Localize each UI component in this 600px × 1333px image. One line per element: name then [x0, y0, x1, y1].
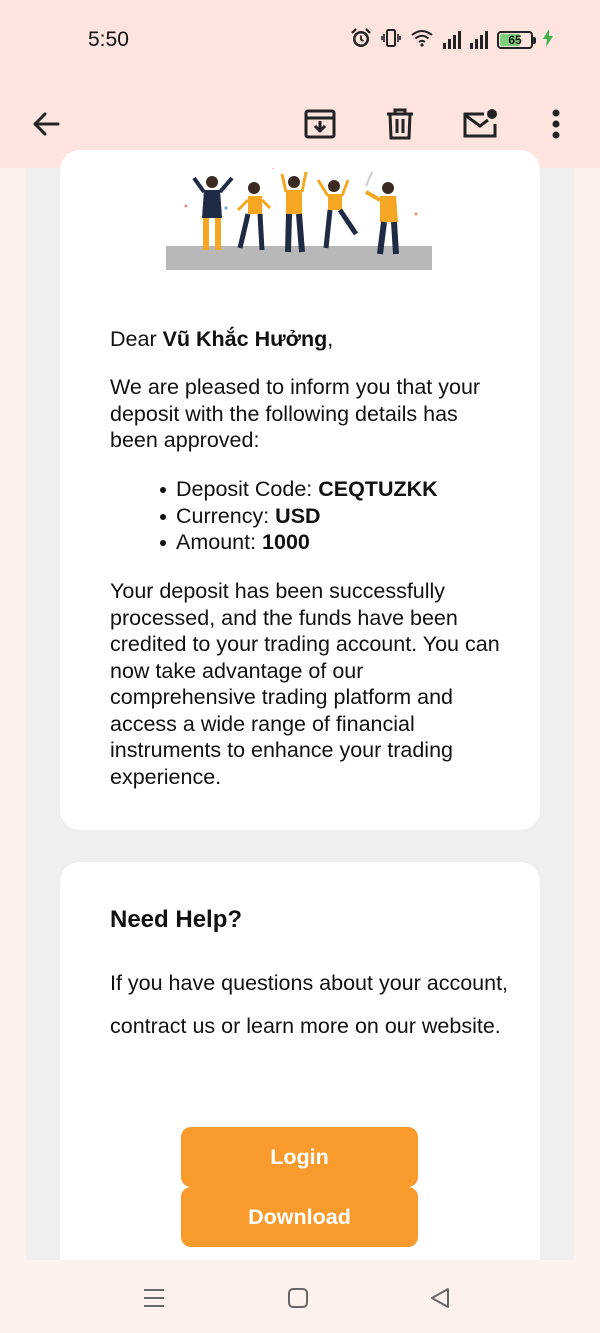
celebration-illustration [166, 168, 432, 270]
signal-icon [443, 31, 461, 49]
list-item: Amount: 1000 [160, 529, 438, 556]
home-button[interactable] [278, 1278, 318, 1318]
mark-unread-icon [463, 109, 497, 138]
back-nav-button[interactable] [420, 1278, 460, 1318]
deposit-card: Dear Vũ Khắc Hưởng, We are pleased to in… [60, 150, 540, 830]
back-button[interactable] [16, 94, 76, 154]
download-button[interactable]: Download [181, 1187, 418, 1247]
navigation-bar [0, 1260, 600, 1333]
vibrate-icon [381, 28, 401, 53]
battery-level: 65 [508, 33, 522, 47]
body-paragraph: Your deposit has been successfully proce… [110, 579, 500, 789]
deposit-code: CEQTUZKK [318, 477, 438, 501]
list-item: Deposit Code: CEQTUZKK [160, 476, 438, 503]
delete-button[interactable] [370, 94, 430, 154]
status-bar: 5:50 65 [0, 0, 600, 80]
greeting-prefix: Dear [110, 327, 163, 351]
detail-label: Amount: [176, 530, 263, 554]
back-triangle-icon [431, 1288, 449, 1308]
more-options-button[interactable] [526, 94, 586, 154]
status-icons: 65 [350, 27, 554, 54]
archive-icon [304, 109, 336, 139]
detail-label: Currency: [176, 503, 276, 528]
battery-icon: 65 [497, 31, 536, 49]
currency: USD [275, 503, 321, 528]
wifi-icon [410, 29, 434, 52]
list-item: Currency: USD [160, 503, 438, 530]
home-icon [288, 1288, 308, 1308]
detail-label: Deposit Code: [176, 477, 319, 501]
delete-icon [387, 108, 413, 140]
charging-icon [542, 28, 554, 52]
menu-icon [144, 1289, 164, 1307]
recents-button[interactable] [134, 1278, 174, 1318]
deposit-details-list: Deposit Code: CEQTUZKK Currency: USD Amo… [160, 476, 438, 556]
help-text: If you have questions about your account… [110, 971, 509, 1038]
signal-icon [470, 31, 488, 49]
status-time: 5:50 [88, 28, 129, 51]
back-arrow-icon [33, 112, 60, 136]
archive-button[interactable] [290, 94, 350, 154]
greeting-suffix: , [327, 327, 334, 351]
mark-unread-button[interactable] [450, 94, 510, 154]
recipient-name: Vũ Khắc Hưởng [162, 327, 328, 351]
login-button[interactable]: Login [181, 1127, 418, 1187]
help-title: Need Help? [110, 906, 243, 933]
alarm-icon [350, 27, 372, 54]
more-options-icon [552, 109, 560, 139]
greeting: Dear Vũ Khắc Hưởng, [110, 326, 500, 353]
intro-paragraph: We are pleased to inform you that your d… [110, 375, 481, 452]
help-card: Need Help? If you have questions about y… [60, 862, 540, 1282]
amount: 1000 [262, 530, 310, 554]
